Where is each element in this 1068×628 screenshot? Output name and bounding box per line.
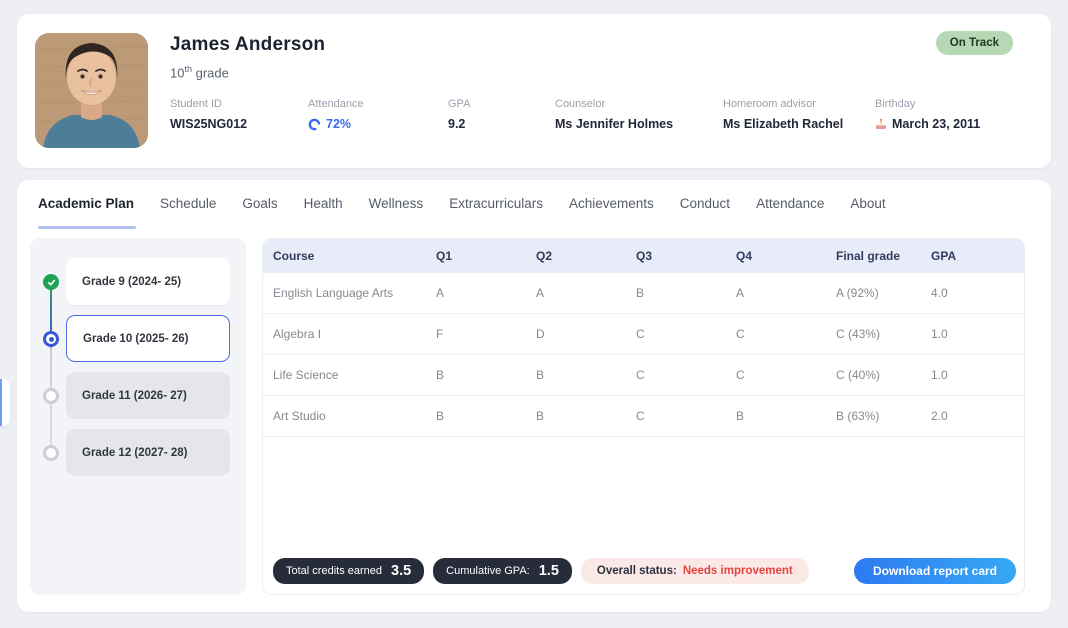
table-row: Algebra I F D C C C (43%) 1.0 <box>263 314 1024 355</box>
table-header-row: Course Q1 Q2 Q3 Q4 Final grade GPA <box>263 239 1024 273</box>
tab-conduct[interactable]: Conduct <box>680 196 730 215</box>
check-icon <box>43 274 59 290</box>
total-credits-value: 3.5 <box>391 563 411 579</box>
cake-icon <box>875 118 887 130</box>
grade-item-11[interactable]: Grade 11 (2026- 27) <box>66 372 230 419</box>
table-row: English Language Arts A A B A A (92%) 4.… <box>263 273 1024 314</box>
field-gpa: GPA 9.2 <box>448 98 470 131</box>
tab-extracurriculars[interactable]: Extracurriculars <box>449 196 543 215</box>
cumulative-gpa-pill: Cumulative GPA: 1.5 <box>433 558 572 584</box>
col-header-final: Final grade <box>836 249 931 263</box>
tab-goals[interactable]: Goals <box>242 196 277 215</box>
student-grade: 10th grade <box>170 64 229 80</box>
tab-academic-plan[interactable]: Academic Plan <box>38 196 134 215</box>
tab-bar: Academic Plan Schedule Goals Health Well… <box>38 196 1031 215</box>
field-counselor: Counselor Ms Jennifer Holmes <box>555 98 673 131</box>
table-row: Life Science B B C C C (40%) 1.0 <box>263 355 1024 396</box>
field-homeroom-advisor: Homeroom advisor Ms Elizabeth Rachel <box>723 98 843 131</box>
overall-status-pill: Overall status: Needs improvement <box>581 558 809 584</box>
grade-item-12[interactable]: Grade 12 (2027- 28) <box>66 429 230 476</box>
col-header-q4: Q4 <box>736 249 836 263</box>
course-grades-table: Course Q1 Q2 Q3 Q4 Final grade GPA Engli… <box>262 238 1025 595</box>
field-attendance: Attendance 72% <box>308 98 364 131</box>
tab-schedule[interactable]: Schedule <box>160 196 216 215</box>
grade-item-10[interactable]: Grade 10 (2025- 26) <box>66 315 230 362</box>
overall-status-value: Needs improvement <box>683 565 793 577</box>
col-header-gpa: GPA <box>931 249 1024 263</box>
col-header-q1: Q1 <box>436 249 536 263</box>
timeline-connector <box>50 281 52 453</box>
download-report-card-button[interactable]: Download report card <box>854 558 1016 584</box>
tab-attendance[interactable]: Attendance <box>756 196 824 215</box>
status-badge: On Track <box>936 31 1013 55</box>
tab-health[interactable]: Health <box>304 196 343 215</box>
radio-empty-icon <box>43 388 59 404</box>
student-photo <box>35 33 148 148</box>
progress-arc-icon <box>308 118 321 131</box>
table-row: Art Studio B B C B B (63%) 2.0 <box>263 396 1024 437</box>
student-profile-card: James Anderson 10th grade On Track Stude… <box>17 14 1051 168</box>
academic-content-card: Academic Plan Schedule Goals Health Well… <box>17 180 1051 612</box>
summary-bar: Total credits earned 3.5 Cumulative GPA:… <box>273 558 1016 584</box>
active-tab-underline <box>38 226 136 229</box>
radio-empty-icon <box>43 445 59 461</box>
col-header-q2: Q2 <box>536 249 636 263</box>
grade-item-9[interactable]: Grade 9 (2024- 25) <box>66 258 230 305</box>
field-student-id: Student ID WIS25NG012 <box>170 98 247 131</box>
edge-peek-tab[interactable] <box>0 379 10 426</box>
col-header-q3: Q3 <box>636 249 736 263</box>
tab-wellness[interactable]: Wellness <box>369 196 424 215</box>
grade-timeline-sidebar: Grade 9 (2024- 25) Grade 10 (2025- 26) G… <box>30 238 246 595</box>
avatar-illustration <box>35 33 148 148</box>
col-header-course: Course <box>273 249 436 263</box>
student-name: James Anderson <box>170 34 325 56</box>
total-credits-pill: Total credits earned 3.5 <box>273 558 424 584</box>
field-birthday: Birthday March 23, 2011 <box>875 98 980 131</box>
radio-selected-icon <box>43 331 59 347</box>
cumulative-gpa-value: 1.5 <box>539 563 559 579</box>
tab-about[interactable]: About <box>850 196 885 215</box>
tab-achievements[interactable]: Achievements <box>569 196 654 215</box>
